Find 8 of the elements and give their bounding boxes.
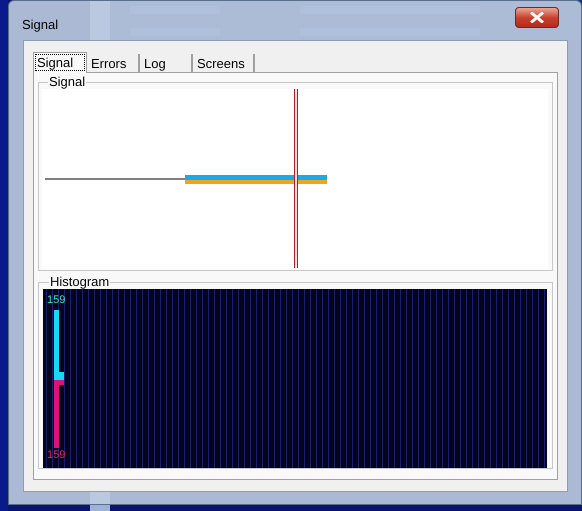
close-icon: [530, 12, 544, 23]
group-title: Signal: [48, 75, 86, 89]
histogram-max-label: 159: [47, 294, 66, 306]
close-button[interactable]: [515, 7, 559, 28]
tab[interactable]: Signal: [33, 52, 87, 73]
window-title: Signal: [22, 16, 58, 34]
histogram-min-label: 159: [47, 449, 66, 461]
group-title: Histogram: [49, 275, 110, 289]
